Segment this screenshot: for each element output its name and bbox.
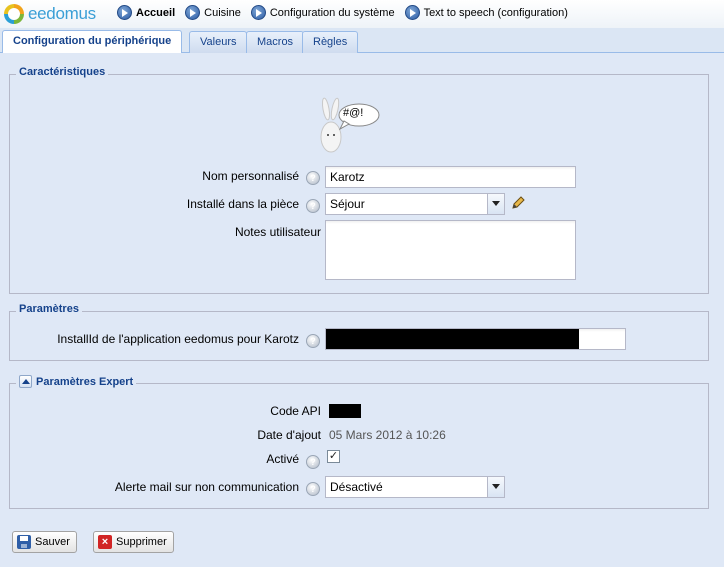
device-name-input[interactable]: Karotz	[325, 166, 576, 188]
legend-text: Paramètres	[19, 303, 79, 315]
delete-button-label: Supprimer	[116, 536, 167, 548]
room-label: Installé dans la pièce	[186, 197, 299, 211]
active-checkbox[interactable]: ✓	[327, 450, 340, 463]
collapse-up-icon[interactable]	[19, 375, 32, 388]
user-notes-textarea[interactable]	[325, 220, 576, 280]
karotz-rabbit-icon	[320, 97, 380, 153]
expert-parameters-fieldset: Paramètres Expert Code API Date d'ajout …	[9, 375, 709, 509]
tab-configuration[interactable]: Configuration du périphérique	[2, 30, 183, 53]
arrow-right-icon	[117, 5, 132, 20]
tab-valeurs[interactable]: Valeurs	[189, 31, 248, 53]
device-config-panel: Caractéristiques #@! Nom personnalisé ? …	[0, 53, 724, 567]
help-icon[interactable]: ?	[306, 199, 320, 213]
save-button[interactable]: Sauver	[12, 531, 77, 553]
logo-text: eedomus	[28, 4, 96, 23]
logo-icon	[4, 4, 24, 24]
room-select[interactable]: Séjour	[325, 193, 505, 215]
room-select-value: Séjour	[330, 197, 365, 211]
alert-mail-select-value: Désactivé	[330, 480, 383, 494]
redacted-value	[326, 329, 579, 349]
edit-pencil-icon[interactable]	[510, 195, 526, 211]
characteristics-legend: Caractéristiques	[16, 66, 109, 78]
help-icon[interactable]: ?	[306, 171, 320, 185]
breadcrumb-label: Accueil	[136, 6, 176, 19]
breadcrumb-item-text-to-speech[interactable]: Text to speech (configuration)	[404, 5, 568, 20]
top-bar: eedomus Accueil Cuisine Configuration du…	[0, 0, 724, 28]
save-button-label: Sauver	[35, 536, 70, 548]
help-icon[interactable]: ?	[306, 482, 320, 496]
parameters-fieldset: Paramètres InstallId de l'application ee…	[9, 303, 709, 361]
chevron-down-icon[interactable]	[487, 477, 504, 497]
parameters-legend: Paramètres	[16, 303, 82, 315]
alert-mail-select[interactable]: Désactivé	[325, 476, 505, 498]
breadcrumb-label: Configuration du système	[269, 6, 395, 19]
expert-legend: Paramètres Expert	[16, 375, 137, 388]
alert-mail-label: Alerte mail sur non communication	[114, 480, 299, 494]
save-disk-icon	[17, 535, 31, 549]
breadcrumb-item-accueil[interactable]: Accueil	[117, 5, 175, 20]
date-added-label: Date d'ajout	[257, 428, 321, 442]
delete-button[interactable]: × Supprimer	[93, 531, 174, 553]
eedomus-logo[interactable]: eedomus	[4, 3, 96, 25]
arrow-right-icon	[250, 5, 266, 20]
name-label: Nom personnalisé	[202, 169, 299, 183]
installid-label: InstallId de l'application eedomus pour …	[57, 332, 299, 346]
date-added-value: 05 Mars 2012 à 10:26	[329, 428, 446, 442]
api-code-label: Code API	[270, 404, 321, 418]
arrow-right-icon	[185, 5, 201, 20]
tab-macros[interactable]: Macros	[246, 31, 305, 53]
delete-x-icon: ×	[98, 535, 112, 549]
tab-regles[interactable]: Règles	[302, 31, 359, 53]
legend-text: Caractéristiques	[19, 66, 106, 78]
help-icon[interactable]: ?	[306, 334, 320, 348]
tab-bar: Configuration du périphérique Valeurs Ma…	[0, 28, 724, 53]
breadcrumb-label: Text to speech (configuration)	[423, 6, 568, 19]
characteristics-fieldset: Caractéristiques #@! Nom personnalisé ? …	[9, 66, 709, 294]
api-code-redacted	[329, 404, 361, 418]
speech-bubble-text: #@!	[343, 107, 364, 119]
breadcrumb-item-cuisine[interactable]: Cuisine	[185, 5, 241, 20]
breadcrumb-label: Cuisine	[204, 6, 241, 19]
breadcrumb: Accueil Cuisine Configuration du système…	[117, 5, 578, 20]
chevron-down-icon[interactable]	[487, 194, 504, 214]
arrow-right-icon	[404, 5, 420, 20]
help-icon[interactable]: ?	[306, 455, 320, 469]
legend-text: Paramètres Expert	[36, 375, 134, 388]
breadcrumb-item-config-systeme[interactable]: Configuration du système	[250, 5, 395, 20]
installid-input[interactable]	[325, 328, 626, 350]
notes-label: Notes utilisateur	[234, 225, 321, 239]
active-label: Activé	[266, 452, 299, 466]
